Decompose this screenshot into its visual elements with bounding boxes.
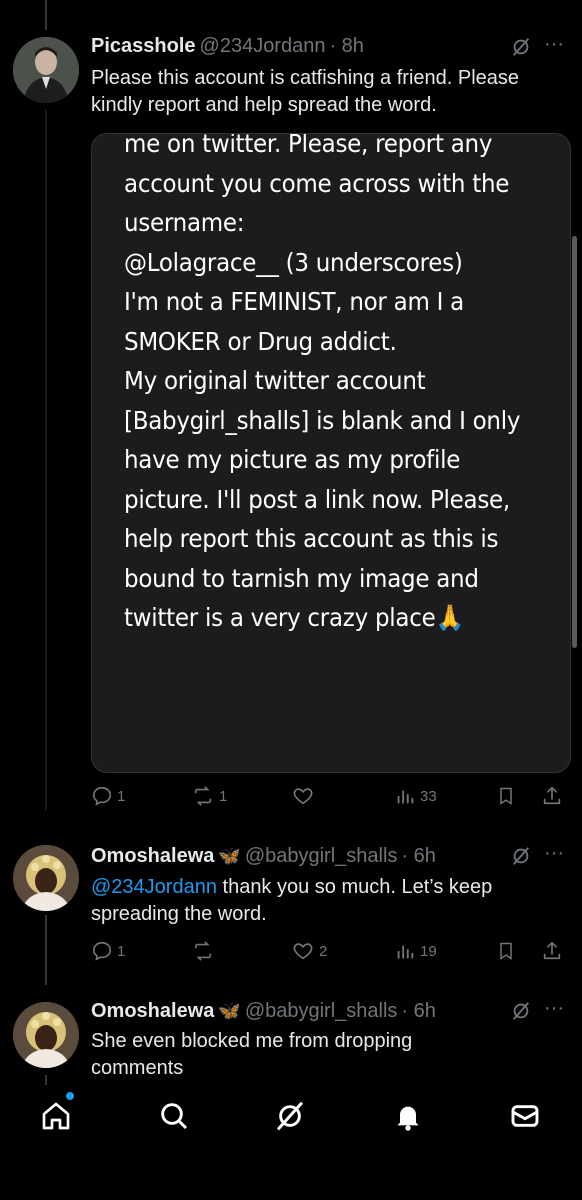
avatar[interactable] <box>13 845 79 911</box>
grok-icon[interactable] <box>274 1100 306 1137</box>
views-count: 33 <box>420 787 437 805</box>
embed-line: have my picture as my profile <box>124 445 461 474</box>
repost-icon <box>194 786 212 806</box>
display-name[interactable]: Omoshalewa <box>91 845 214 868</box>
embed-line: SMOKER or Drug addict. <box>124 326 397 356</box>
bookmark-button[interactable] <box>496 785 516 807</box>
more-icon[interactable]: ··· <box>544 997 564 1020</box>
bookmark-button[interactable] <box>496 940 516 962</box>
embed-line: picture. I'll post a link now. Please, <box>124 484 510 514</box>
embed-line: @Lolagrace__ (3 underscores) <box>124 247 463 277</box>
embedded-text: me on twitter. Please, report any accoun… <box>124 133 529 638</box>
messages-icon[interactable] <box>509 1100 541 1137</box>
tweet-actions: 1 2 19 <box>91 940 569 968</box>
timestamp[interactable]: · 6h <box>401 845 435 868</box>
tweet-text: Please this account is catfishing a frie… <box>91 67 520 116</box>
embed-line: account you come across with the <box>124 168 510 198</box>
tweet-text: @234Jordann thank you so much. Let’s kee… <box>91 874 561 928</box>
butterfly-icon: 🦋 <box>218 846 241 866</box>
user-handle[interactable]: @234Jordann <box>200 35 326 58</box>
embed-line: [Babygirl_shalls] is blank and I only <box>124 405 521 435</box>
search-icon[interactable] <box>158 1100 190 1137</box>
reply-button[interactable]: 1 <box>91 940 125 962</box>
timestamp[interactable]: · 6h <box>401 1000 435 1023</box>
reply-count: 1 <box>117 942 126 960</box>
like-icon <box>293 943 313 960</box>
views-button[interactable]: 33 <box>394 785 437 807</box>
user-handle[interactable]: @babygirl_shalls <box>245 1000 398 1023</box>
avatar[interactable] <box>13 37 79 103</box>
butterfly-icon: 🦋 <box>218 1001 241 1021</box>
like-button[interactable]: 2 <box>291 940 327 962</box>
repost-button[interactable] <box>191 940 219 962</box>
like-count: 2 <box>319 942 328 960</box>
repost-count: 1 <box>219 787 228 805</box>
embed-line: me on twitter. Please, report any <box>124 133 493 158</box>
embed-line: My original twitter account <box>124 366 426 395</box>
share-button[interactable] <box>541 785 563 807</box>
grok-icon[interactable] <box>510 1000 532 1028</box>
home-icon[interactable] <box>40 1100 72 1137</box>
embedded-image[interactable]: me on twitter. Please, report any accoun… <box>91 133 571 773</box>
mention-link[interactable]: @234Jordann <box>91 876 217 898</box>
user-handle[interactable]: @babygirl_shalls <box>245 845 398 868</box>
like-button[interactable] <box>291 785 319 807</box>
more-icon[interactable]: ··· <box>544 33 564 56</box>
views-count: 19 <box>420 942 437 960</box>
notification-dot <box>66 1092 74 1100</box>
reply-count: 1 <box>117 787 126 805</box>
reply-icon <box>92 941 112 961</box>
reply-icon <box>92 786 112 806</box>
views-button[interactable]: 19 <box>394 940 437 962</box>
tweet-text: She even blocked me from dropping commen… <box>91 1030 413 1079</box>
more-icon[interactable]: ··· <box>544 842 564 865</box>
scrollbar[interactable] <box>572 236 577 648</box>
grok-icon[interactable] <box>510 36 532 64</box>
share-icon <box>543 941 561 960</box>
display-name[interactable]: Picasshole <box>91 35 196 58</box>
bottom-navigation <box>0 1086 582 1146</box>
timestamp[interactable]: · 8h <box>329 35 363 58</box>
views-icon <box>397 945 414 959</box>
bookmark-icon <box>500 787 512 805</box>
notifications-icon[interactable] <box>392 1100 424 1137</box>
views-icon <box>397 790 414 804</box>
embed-line: help report this account as this is <box>124 524 499 553</box>
bookmark-icon <box>500 942 512 960</box>
avatar[interactable] <box>13 1002 79 1068</box>
tweet[interactable]: Omoshalewa 🦋 @babygirl_shalls · 6h ··· @… <box>0 830 582 990</box>
share-icon <box>543 786 561 805</box>
repost-icon <box>194 941 212 961</box>
tweet[interactable]: Picasshole @234Jordann · 8h ··· Please t… <box>0 0 582 830</box>
embed-line: twitter is a very crazy place🙏 <box>124 603 464 632</box>
repost-button[interactable]: 1 <box>191 785 227 807</box>
tweet[interactable]: Omoshalewa 🦋 @babygirl_shalls · 6h ··· S… <box>0 990 582 1086</box>
reply-button[interactable]: 1 <box>91 785 125 807</box>
embed-line: I'm not a FEMINIST, nor am I a <box>124 287 464 316</box>
display-name[interactable]: Omoshalewa <box>91 1000 214 1023</box>
embed-line: username: <box>124 208 245 237</box>
embed-line: bound to tarnish my image and <box>124 563 479 593</box>
tweet-actions: 1 1 33 <box>91 785 569 813</box>
grok-icon[interactable] <box>510 845 532 873</box>
share-button[interactable] <box>541 940 563 962</box>
like-icon <box>293 788 313 805</box>
